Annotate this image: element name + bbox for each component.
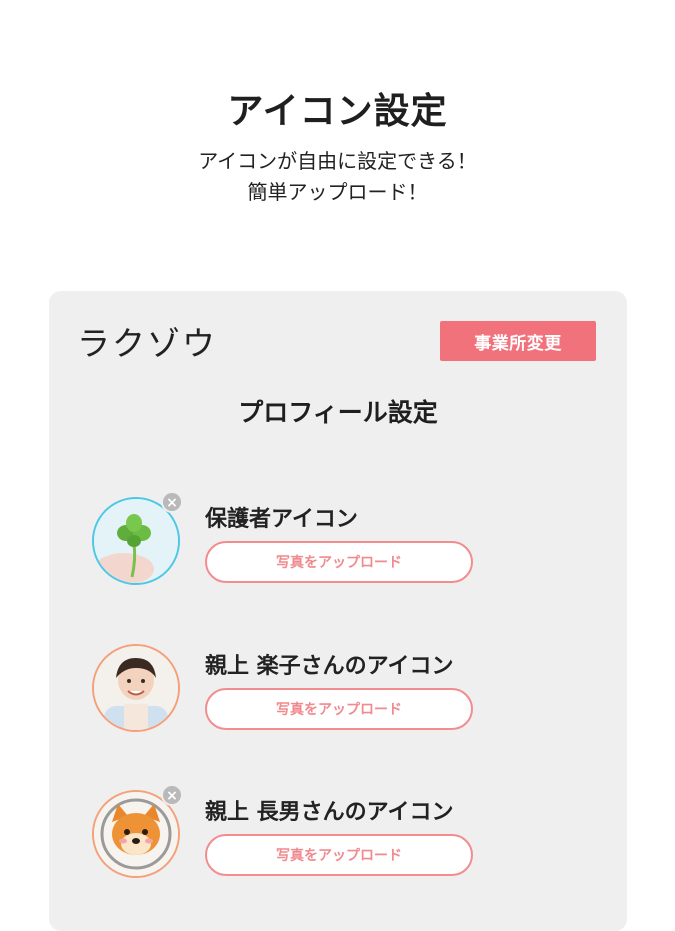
- promo-title: アイコン設定: [227, 91, 448, 132]
- icon-row-child: × 親上 長男さんのアイコン 写真をアップロード: [49, 782, 627, 892]
- section-title: プロフィール設定: [238, 398, 438, 427]
- app-logo: ラクゾウ: [77, 324, 217, 363]
- person-avatar[interactable]: [92, 644, 180, 732]
- icon-row-guardian: × 保護者アイコン 写真をアップロード: [49, 489, 627, 599]
- icon-row-label: 保護者アイコン: [205, 507, 358, 532]
- office-change-button[interactable]: 事業所変更: [440, 321, 596, 361]
- icon-row-label: 親上 楽子さんのアイコン: [205, 654, 454, 679]
- promo-subtitle-line1: アイコンが自由に設定できる！: [198, 149, 477, 173]
- upload-photo-button[interactable]: 写真をアップロード: [205, 834, 473, 876]
- icon-row-parent: 親上 楽子さんのアイコン 写真をアップロード: [49, 636, 627, 746]
- avatar-wrap: ×: [92, 491, 183, 587]
- upload-photo-button[interactable]: 写真をアップロード: [205, 688, 473, 730]
- upload-photo-button[interactable]: 写真をアップロード: [205, 541, 473, 583]
- avatar-wrap: ×: [92, 784, 183, 880]
- icon-row-label: 親上 長男さんのアイコン: [205, 800, 454, 825]
- promo-subtitle-line2: 簡単アップロード！: [247, 180, 428, 204]
- remove-icon[interactable]: ×: [161, 491, 183, 513]
- app-screen: ラクゾウ 事業所変更 プロフィール設定 × 保護者アイコン 写真をアップロード: [49, 291, 627, 931]
- avatar-wrap: [92, 644, 182, 734]
- remove-icon[interactable]: ×: [161, 784, 183, 806]
- promo-subtitle: アイコンが自由に設定できる！ 簡単アップロード！: [0, 146, 675, 208]
